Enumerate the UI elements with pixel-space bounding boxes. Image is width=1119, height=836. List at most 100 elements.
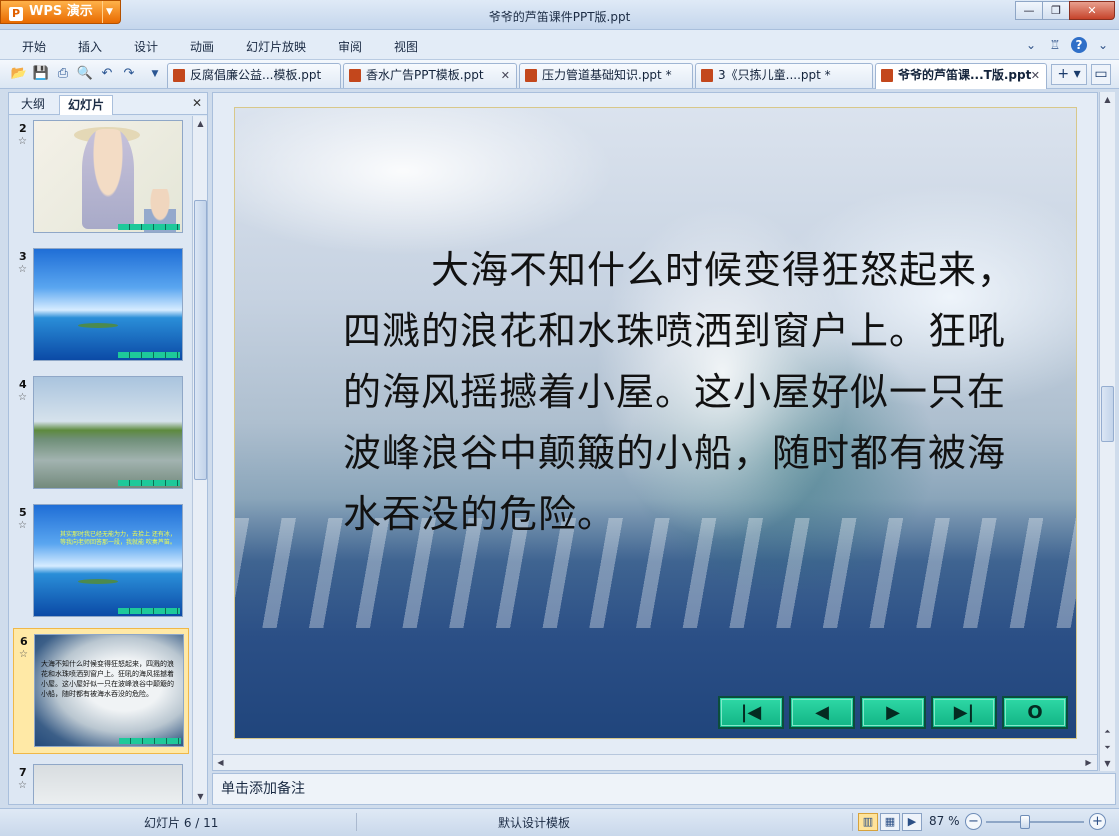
menu-animation[interactable]: 动画 — [190, 38, 214, 55]
close-tab-icon[interactable]: ✕ — [1031, 64, 1040, 87]
zoom-slider-handle[interactable] — [1020, 815, 1030, 829]
print-preview-icon[interactable]: 🔍 — [76, 65, 94, 83]
normal-view-icon[interactable]: ▥ — [858, 813, 878, 831]
star-icon: ☆ — [18, 520, 27, 531]
current-slide[interactable]: 大海不知什么时候变得狂怒起来，四溅的浪花和水珠喷洒到窗户上。狂吼的海风摇撼着小屋… — [234, 107, 1077, 739]
menu-view[interactable]: 视图 — [394, 38, 418, 55]
tab-outline[interactable]: 大纲 — [13, 95, 53, 115]
star-icon: ☆ — [18, 136, 27, 147]
tab-slides[interactable]: 幻灯片 — [59, 95, 114, 115]
window-title: 爷爷的芦笛课件PPT版.ppt — [488, 10, 631, 24]
close-button[interactable]: ✕ — [1069, 1, 1115, 20]
customize-toolbar-icon[interactable]: ▼ — [146, 65, 164, 83]
status-divider — [356, 813, 357, 831]
chevron-down-icon[interactable]: ⌄ — [1095, 37, 1111, 53]
doc-tab-label: 香水广告PPT模板.ppt — [366, 68, 484, 82]
slide-thumb-4[interactable]: 4 ☆ — [13, 372, 189, 494]
notes-area[interactable]: 单击添加备注 — [212, 773, 1116, 805]
print-icon[interactable]: ⎙ — [54, 65, 72, 83]
last-slide-button[interactable]: ▶| — [931, 696, 997, 729]
tab-list-icon[interactable]: ▭ — [1091, 64, 1111, 85]
scroll-down-icon[interactable]: ▼ — [1100, 756, 1115, 771]
ppt-file-icon — [173, 69, 185, 82]
ppt-file-icon — [701, 69, 713, 82]
slide-nav-buttons: |◀ ◀ ▶ ▶| O — [718, 696, 1068, 729]
slides-panel: 大纲 幻灯片 ✕ 2 ☆ 3 ☆ 4 ☆ 5 ☆ 其实那时我已经无能为力，去拾上… — [8, 92, 208, 805]
slide-sorter-icon[interactable]: ▦ — [880, 813, 900, 831]
slide-thumb-5[interactable]: 5 ☆ 其实那时我已经无能为力，去拾上 还有冰，等我向老师回答那一段，我就能 吹… — [13, 500, 189, 622]
next-page-icon[interactable]: ⏷ — [1100, 740, 1115, 755]
slide-thumb-7[interactable]: 7 ☆ — [13, 760, 189, 804]
menu-review[interactable]: 审阅 — [338, 38, 362, 55]
slide-body-text[interactable]: 大海不知什么时候变得狂怒起来，四溅的浪花和水珠喷洒到窗户上。狂吼的海风摇撼着小屋… — [343, 240, 1033, 545]
slide-thumb-2[interactable]: 2 ☆ — [13, 116, 189, 238]
menu-slideshow[interactable]: 幻灯片放映 — [246, 38, 306, 55]
zoom-slider[interactable] — [986, 821, 1084, 823]
status-bar: 幻灯片 6 / 11 默认设计模板 ▥ ▦ ▶ 87 % − + — [0, 808, 1119, 836]
open-icon[interactable]: 📂 — [10, 65, 28, 83]
slide-number: 6 — [20, 635, 28, 648]
scroll-right-icon[interactable]: ▶ — [1081, 755, 1096, 770]
doc-tab-active[interactable]: 爷爷的芦笛课...T版.ppt ✕ — [875, 63, 1047, 89]
star-icon: ☆ — [18, 780, 27, 791]
horizontal-scrollbar[interactable]: ◀ ▶ — [213, 754, 1097, 770]
scroll-up-icon[interactable]: ▲ — [1100, 92, 1115, 107]
slide-number: 7 — [19, 766, 27, 779]
save-icon[interactable]: 💾 — [32, 65, 50, 83]
slide-preview: 其实那时我已经无能为力，去拾上 还有冰，等我向老师回答那一段，我就能 吹奏芦笛。 — [33, 504, 183, 617]
slide-preview — [33, 248, 183, 361]
menu-insert[interactable]: 插入 — [78, 38, 102, 55]
slideshow-icon[interactable]: ▶ — [902, 813, 922, 831]
scroll-thumb[interactable] — [194, 200, 207, 480]
status-divider — [852, 813, 853, 831]
star-icon: ☆ — [18, 392, 27, 403]
doc-tab-label: 爷爷的芦笛课...T版.ppt — [898, 68, 1032, 82]
scroll-left-icon[interactable]: ◀ — [213, 755, 228, 770]
redo-icon[interactable]: ↷ — [120, 65, 138, 83]
thumb-caption: 其实那时我已经无能为力，去拾上 还有冰，等我向老师回答那一段，我就能 吹奏芦笛。 — [60, 531, 176, 546]
shirt-icon[interactable]: ♖ — [1047, 37, 1063, 53]
close-tab-icon[interactable]: ✕ — [501, 64, 510, 87]
doc-tab-3[interactable]: 压力管道基础知识.ppt * — [519, 63, 693, 88]
doc-tab-label: 反腐倡廉公益...模板.ppt — [190, 68, 322, 82]
slide-number: 2 — [19, 122, 27, 135]
thumbnail-scrollbar[interactable]: ▲ ▼ — [192, 116, 207, 804]
scroll-thumb[interactable] — [1101, 386, 1114, 442]
maximize-button[interactable]: ❐ — [1042, 1, 1070, 20]
prev-slide-button[interactable]: ◀ — [789, 696, 855, 729]
menu-home[interactable]: 开始 — [22, 38, 46, 55]
slide-editor: 大海不知什么时候变得狂怒起来，四溅的浪花和水珠喷洒到窗户上。狂吼的海风摇撼着小屋… — [212, 92, 1098, 771]
scroll-up-icon[interactable]: ▲ — [193, 116, 208, 131]
slide-counter: 幻灯片 6 / 11 — [144, 816, 219, 830]
toolbar: 📂 💾 ⎙ 🔍 ↶ ↷ ▼ 反腐倡廉公益...模板.ppt 香水广告PPT模板.… — [0, 60, 1119, 89]
slide-thumb-3[interactable]: 3 ☆ — [13, 244, 189, 366]
slide-number: 5 — [19, 506, 27, 519]
new-tab-button[interactable]: + ▾ — [1051, 64, 1087, 85]
undo-icon[interactable]: ↶ — [98, 65, 116, 83]
help-icon[interactable]: ? — [1071, 37, 1087, 53]
doc-tab-4[interactable]: 3《只拣儿童....ppt * — [695, 63, 873, 88]
design-template[interactable]: 默认设计模板 — [498, 814, 570, 831]
chevron-down-icon[interactable]: ⌄ — [1023, 37, 1039, 53]
slide-preview — [33, 764, 183, 804]
menu-design[interactable]: 设计 — [134, 38, 158, 55]
doc-tab-1[interactable]: 反腐倡廉公益...模板.ppt — [167, 63, 341, 88]
zoom-out-icon[interactable]: − — [965, 813, 982, 830]
slide-number: 4 — [19, 378, 27, 391]
slide-preview — [33, 120, 183, 233]
scroll-down-icon[interactable]: ▼ — [193, 789, 208, 804]
prev-page-icon[interactable]: ⏶ — [1100, 724, 1115, 739]
zoom-in-icon[interactable]: + — [1089, 813, 1106, 830]
first-slide-button[interactable]: |◀ — [718, 696, 784, 729]
close-icon[interactable]: ✕ — [192, 96, 202, 110]
thumb-caption: 大海不知什么时候变得狂怒起来，四溅的浪花和水珠喷洒到窗户上。狂吼的海风摇撼着小屋… — [41, 660, 174, 698]
slide-scrollbar[interactable]: ▲ ⏶ ⏷ ▼ — [1099, 92, 1115, 771]
star-icon: ☆ — [18, 264, 27, 275]
slide-preview: 大海不知什么时候变得狂怒起来，四溅的浪花和水珠喷洒到窗户上。狂吼的海风摇撼着小屋… — [34, 634, 184, 747]
doc-tab-2[interactable]: 香水广告PPT模板.ppt ✕ — [343, 63, 517, 88]
ppt-file-icon — [525, 69, 537, 82]
end-show-button[interactable]: O — [1002, 696, 1068, 729]
next-slide-button[interactable]: ▶ — [860, 696, 926, 729]
slide-thumb-6[interactable]: 6 ☆ 大海不知什么时候变得狂怒起来，四溅的浪花和水珠喷洒到窗户上。狂吼的海风摇… — [13, 628, 189, 754]
minimize-button[interactable]: — — [1015, 1, 1043, 20]
